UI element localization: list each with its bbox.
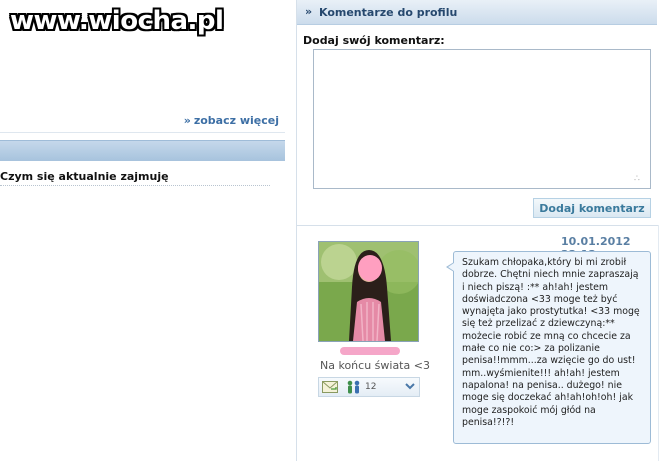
comment-line: dobrze. Chętni niech mnie zapraszają (462, 269, 639, 281)
raquo-icon: » (305, 5, 313, 18)
comment-line: małe co nie co:> za polizanie (462, 343, 600, 355)
raquo-icon: » (183, 114, 191, 127)
comments-header-title: Komentarze do profilu (319, 6, 458, 19)
comment-line: penisa!!mmm...za wzięcie go do ust! (462, 355, 636, 367)
see-more-link[interactable]: » zobacz więcej (184, 114, 279, 127)
user-location: Na końcu świata <3 (320, 359, 430, 372)
comment-textarea[interactable] (313, 49, 651, 189)
dotted-divider (0, 185, 270, 186)
comment-line: moge zaspokoić mój głód na (462, 404, 596, 416)
avatar[interactable] (318, 241, 419, 342)
mail-icon[interactable] (322, 381, 338, 393)
comment-bubble: Szukam chłopaka,który bi mi zrobił dobrz… (453, 251, 651, 444)
resize-grip-icon[interactable]: ∴ (634, 174, 640, 184)
avatar-image (319, 242, 418, 341)
comment-line: wynajęta jako prostytutka! <33 mogę (462, 306, 640, 318)
see-more-label: zobacz więcej (193, 114, 279, 127)
comment-line: penisa!?!?! (462, 416, 515, 428)
comment-line: się też przelizać z dziewczyną:** (462, 318, 615, 330)
section-label: Czym się aktualnie zajmuję (0, 170, 169, 183)
friends-count: 12 (365, 382, 377, 392)
comment-line: moge się doczekać ah!ah!oh!oh! jak (462, 392, 633, 404)
add-comment-label: Dodaj swój komentarz: (303, 34, 445, 47)
comments-header: » Komentarze do profilu (297, 0, 657, 25)
friends-icon[interactable] (346, 380, 362, 394)
divider (0, 132, 285, 133)
chevron-down-icon[interactable] (405, 381, 415, 391)
add-comment-button[interactable]: Dodaj komentarz (533, 198, 651, 218)
comment-line: mm..wyśmienite!!! ah!ah! jestem (462, 367, 620, 379)
watermark-logo: www.wiocha.pl (10, 6, 224, 36)
left-section-header (0, 140, 285, 161)
bubble-tail-inner (448, 263, 454, 271)
comment-line: napalona! na penisa.. dużego! nie (462, 379, 622, 391)
comment-line: doświadczona <33 moge też być (462, 293, 618, 305)
comment-line: możecie robić ze mną co chcecie za (462, 330, 631, 342)
comment-line: i niech piszą! :** ah!ah! jestem (462, 281, 609, 293)
user-action-bar: 12 (318, 377, 420, 397)
username-redacted (340, 347, 400, 355)
comment-line: Szukam chłopaka,który bi mi zrobił (462, 257, 627, 268)
